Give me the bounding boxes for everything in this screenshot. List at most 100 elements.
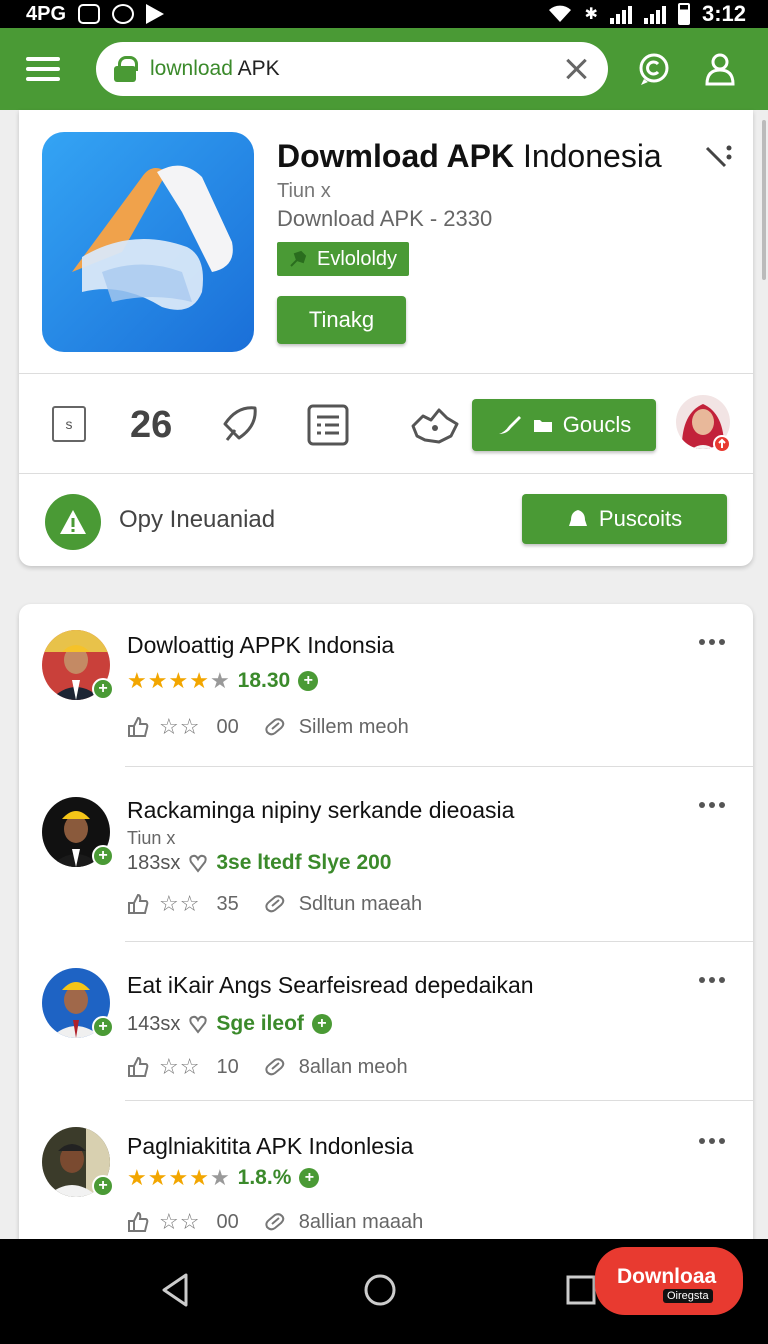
item-meta: ★ ★ ★ ★ ★ 1.8.% + bbox=[127, 1165, 320, 1191]
item-actions: ☆☆ 00 Sillem meoh bbox=[127, 714, 409, 740]
bluetooth-icon: ✱ bbox=[584, 6, 598, 23]
notification-icon bbox=[78, 4, 101, 24]
search-input[interactable]: lownload APK bbox=[150, 57, 560, 81]
camera-notification-icon bbox=[112, 4, 135, 24]
more-icon[interactable] bbox=[699, 634, 729, 650]
goucls-button[interactable]: Goucls bbox=[472, 399, 656, 451]
item-meta-count: 183sx bbox=[127, 851, 181, 874]
install-button[interactable]: Tinakg bbox=[277, 296, 406, 344]
avatar[interactable]: + bbox=[42, 797, 114, 867]
folder-icon bbox=[533, 420, 552, 432]
like-icon[interactable] bbox=[127, 716, 149, 738]
plus-icon[interactable]: + bbox=[311, 1014, 332, 1034]
divider bbox=[125, 941, 753, 942]
count-value: 26 bbox=[130, 404, 173, 446]
plus-badge-icon: + bbox=[92, 845, 114, 867]
warning-icon bbox=[45, 494, 101, 550]
download-fab[interactable]: Downloaa Oiregsta bbox=[595, 1247, 743, 1315]
star-outline-icon[interactable]: ☆☆ bbox=[159, 1054, 200, 1080]
item-actions: ☆☆ 35 Sdltun maeah bbox=[127, 891, 422, 917]
rocket-icon[interactable] bbox=[217, 402, 263, 448]
avatar[interactable]: + bbox=[42, 968, 114, 1038]
plus-icon[interactable]: + bbox=[298, 671, 319, 691]
search-bar[interactable]: lownload APK bbox=[96, 42, 608, 96]
wifi-icon bbox=[548, 5, 571, 22]
app-title: Dowmload APK Indonesia bbox=[277, 138, 662, 175]
star-outline-icon[interactable]: ☆☆ bbox=[159, 891, 200, 917]
item-meta-value: 3se ltedf Slye 200 bbox=[216, 851, 392, 874]
warning-text: Opy Ineuaniad bbox=[119, 506, 276, 533]
whatsapp-icon[interactable] bbox=[634, 49, 674, 89]
feed-card: + Dowloattig APPK Indonsia ★ ★ ★ ★ ★ 18.30 +… bbox=[19, 604, 753, 1264]
heart-icon[interactable] bbox=[188, 853, 208, 873]
status-bar: 4PG ✱ 3:12 bbox=[0, 0, 768, 28]
app-subtitle: Tiun x bbox=[277, 180, 331, 202]
item-action-count: 00 bbox=[216, 715, 239, 738]
search-query-highlight: lownload bbox=[150, 57, 233, 80]
divider bbox=[125, 1100, 753, 1101]
play-notification-icon bbox=[146, 4, 165, 24]
link-icon[interactable] bbox=[263, 1056, 289, 1078]
item-action-text: Sdltun maeah bbox=[298, 892, 423, 915]
heart-icon[interactable] bbox=[188, 1014, 208, 1034]
item-meta-value: 18.30 bbox=[237, 669, 291, 692]
account-icon[interactable] bbox=[700, 49, 740, 89]
puscoits-button[interactable]: Puscoits bbox=[522, 494, 727, 544]
back-icon[interactable] bbox=[152, 1265, 202, 1315]
link-icon[interactable] bbox=[263, 1211, 289, 1233]
search-query-rest: APK bbox=[232, 57, 280, 80]
star-outline-icon[interactable]: ☆☆ bbox=[159, 1209, 200, 1235]
app-title-main: Dowmload APK bbox=[277, 138, 515, 174]
item-subtitle: Tiun x bbox=[127, 828, 176, 848]
avatar[interactable]: + bbox=[42, 1127, 114, 1197]
scrollbar[interactable] bbox=[762, 120, 766, 280]
battery-icon bbox=[677, 3, 690, 25]
user-avatar[interactable] bbox=[676, 394, 731, 454]
item-action-text: 8allian maaah bbox=[298, 1210, 424, 1233]
star-outline-icon[interactable]: ☆☆ bbox=[159, 714, 200, 740]
puzzle-icon[interactable] bbox=[409, 402, 461, 448]
app-bar: lownload APK bbox=[0, 28, 768, 110]
network-type: 4PG bbox=[26, 2, 67, 25]
item-meta-value: Sge ileof bbox=[216, 1012, 304, 1035]
like-icon[interactable] bbox=[127, 1056, 149, 1078]
size-icon[interactable]: s bbox=[52, 406, 86, 442]
item-title: Rackaminga nipiny serkande dieoasia bbox=[127, 797, 515, 823]
category-badge-label: Evlololdy bbox=[317, 247, 398, 270]
item-meta: 183sx 3se ltedf Slye 200 bbox=[127, 851, 391, 875]
category-badge[interactable]: Evlololdy bbox=[277, 242, 410, 276]
puscoits-button-label: Puscoits bbox=[598, 506, 683, 531]
item-actions: ☆☆ 10 8allan meoh bbox=[127, 1054, 408, 1080]
signal-icon-2 bbox=[643, 4, 666, 24]
clear-search-icon[interactable] bbox=[560, 53, 592, 85]
menu-icon[interactable] bbox=[26, 49, 76, 89]
goucls-button-label: Goucls bbox=[562, 412, 632, 437]
system-nav-bar: Downloaa Oiregsta bbox=[0, 1239, 768, 1344]
signal-icon-1 bbox=[609, 4, 632, 24]
like-icon[interactable] bbox=[127, 893, 149, 915]
pin-icon bbox=[290, 250, 307, 267]
plus-badge-icon: + bbox=[92, 1175, 114, 1197]
item-action-count: 00 bbox=[216, 1210, 239, 1233]
divider bbox=[125, 766, 753, 767]
share-icon[interactable] bbox=[701, 140, 737, 176]
item-meta: ★ ★ ★ ★ ★ 18.30 + bbox=[127, 668, 319, 694]
item-title: Eat iKair Angs Searfeisread depedaikan bbox=[127, 972, 534, 998]
app-version: Download APK - 2330 bbox=[277, 206, 493, 231]
more-icon[interactable] bbox=[699, 972, 729, 988]
link-icon[interactable] bbox=[263, 893, 289, 915]
like-icon[interactable] bbox=[127, 1211, 149, 1233]
app-logo bbox=[42, 132, 254, 352]
item-action-count: 10 bbox=[216, 1055, 239, 1078]
item-title: Dowloattig APPK Indonsia bbox=[127, 632, 395, 658]
plus-icon[interactable]: + bbox=[299, 1168, 320, 1188]
clock: 3:12 bbox=[701, 1, 746, 26]
avatar[interactable]: + bbox=[42, 630, 114, 700]
warning-row: Opy Ineuaniad Puscoits bbox=[19, 474, 753, 566]
more-icon[interactable] bbox=[699, 797, 729, 813]
home-icon[interactable] bbox=[355, 1265, 405, 1315]
more-icon[interactable] bbox=[699, 1133, 729, 1149]
link-icon[interactable] bbox=[263, 716, 289, 738]
app-title-suffix: Indonesia bbox=[514, 138, 662, 174]
list-icon[interactable] bbox=[305, 402, 351, 448]
